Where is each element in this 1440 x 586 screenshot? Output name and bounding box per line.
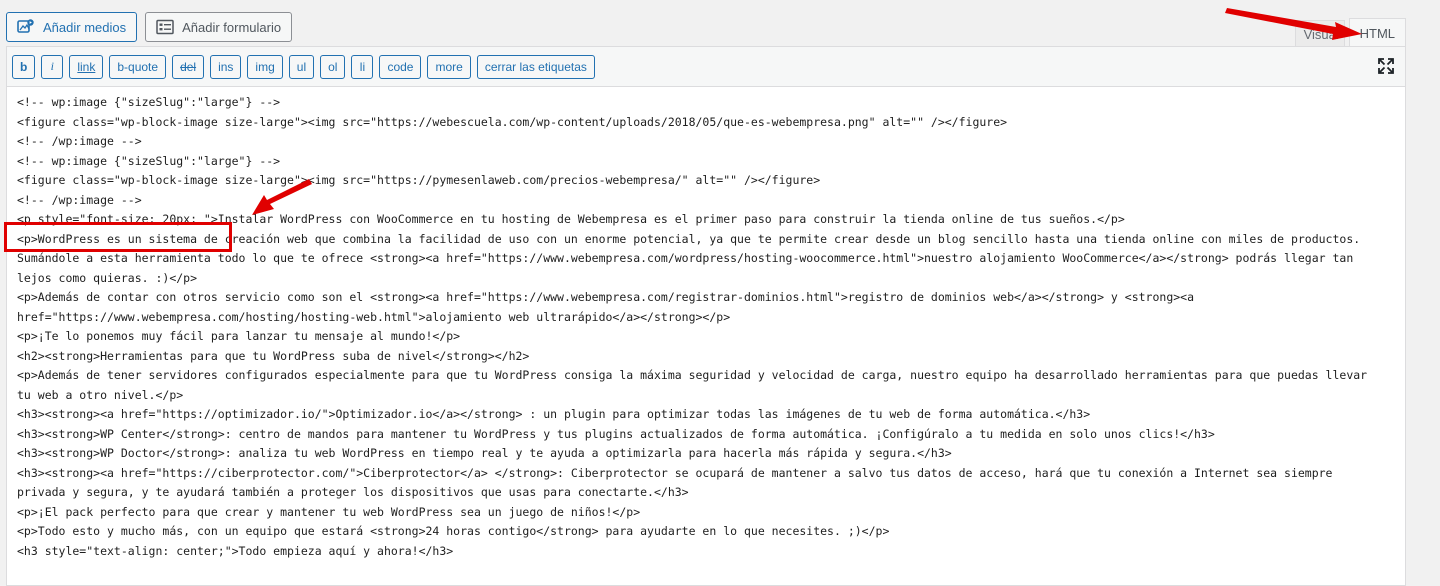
- quicktag-more-button[interactable]: more: [427, 54, 471, 79]
- media-icon: [17, 19, 34, 33]
- quicktags-toolbar: b i link b-quote del ins img ul ol li co…: [7, 47, 1405, 87]
- quicktag-italic-button[interactable]: i: [41, 54, 64, 79]
- code-line: tu web a otro nivel.</p>: [17, 387, 184, 402]
- code-line: <!-- /wp:image -->: [17, 134, 142, 148]
- quicktag-img-button[interactable]: img: [247, 54, 283, 79]
- quicktag-ol-button[interactable]: ol: [320, 54, 346, 79]
- code-textarea[interactable]: <!-- wp:image {"sizeSlug":"large"} --> <…: [17, 93, 1402, 561]
- code-line: <figure class="wp-block-image size-large…: [17, 114, 1008, 129]
- code-line: <!-- wp:image {"sizeSlug":"large"} -->: [17, 95, 281, 109]
- fullscreen-icon[interactable]: [1377, 57, 1395, 80]
- add-form-button[interactable]: Añadir formulario: [145, 12, 293, 42]
- code-line: href="https://www.webempresa.com/hosting…: [17, 309, 731, 324]
- code-line: <p>¡Te lo ponemos muy fácil para lanzar …: [17, 329, 461, 343]
- quicktag-close-tags-button[interactable]: cerrar las etiquetas: [476, 54, 595, 79]
- media-buttons: Añadir medios Añadir formulario: [6, 12, 293, 42]
- add-media-label: Añadir medios: [43, 19, 127, 35]
- quicktag-code-button[interactable]: code: [379, 54, 422, 79]
- code-line: <p>WordPress es un sistema de creación w…: [17, 231, 1361, 246]
- quicktag-link-button[interactable]: link: [69, 54, 104, 79]
- code-line: <p>Todo esto y mucho más, con un equipo …: [17, 524, 890, 538]
- editor-tabs: Visual HTML: [1294, 18, 1406, 48]
- quicktag-li-button[interactable]: li: [351, 54, 374, 79]
- code-line: <p>¡El pack perfecto para que crear y ma…: [17, 504, 641, 519]
- code-line: <p>Además de contar con otros servicio c…: [17, 290, 1195, 304]
- code-line: lejos como quieras. :)</p>: [17, 270, 198, 285]
- code-line: privada y segura, y te ayudará también a…: [17, 485, 689, 499]
- quicktag-blockquote-button[interactable]: b-quote: [109, 54, 167, 79]
- quicktag-bold-button[interactable]: b: [12, 54, 36, 79]
- code-line: <h3><strong>WP Doctor</strong>: analiza …: [17, 446, 952, 460]
- code-line: Sumándole a esta herramienta todo lo que…: [17, 251, 1354, 265]
- add-media-button[interactable]: Añadir medios: [6, 12, 138, 42]
- quicktag-ins-button[interactable]: ins: [210, 54, 242, 79]
- code-line: <p>Además de tener servidores configurad…: [17, 368, 1368, 382]
- code-line: <h3 style="text-align: center;">Todo emp…: [17, 543, 454, 558]
- code-line: <h3><strong><a href="https://optimizador…: [17, 407, 1091, 421]
- code-line: <h3><strong>WP Center</strong>: centro d…: [17, 426, 1215, 441]
- html-editor: b i link b-quote del ins img ul ol li co…: [6, 46, 1406, 586]
- tab-html[interactable]: HTML: [1348, 18, 1406, 48]
- add-form-label: Añadir formulario: [182, 19, 282, 35]
- code-line: <p style="font-size: 20px; ">Instalar Wo…: [17, 212, 1125, 226]
- form-icon: [156, 19, 174, 35]
- quicktag-del-button[interactable]: del: [172, 54, 205, 79]
- code-line: <h2><strong>Herramientas para que tu Wor…: [17, 348, 530, 363]
- code-line: <figure class="wp-block-image size-large…: [17, 173, 821, 187]
- quicktag-ul-button[interactable]: ul: [288, 54, 315, 79]
- code-line: <h3><strong><a href="https://ciberprotec…: [17, 465, 1333, 480]
- code-line: <!-- /wp:image -->: [17, 192, 142, 207]
- tab-visual[interactable]: Visual: [1294, 20, 1345, 48]
- code-line: <!-- wp:image {"sizeSlug":"large"} -->: [17, 153, 281, 168]
